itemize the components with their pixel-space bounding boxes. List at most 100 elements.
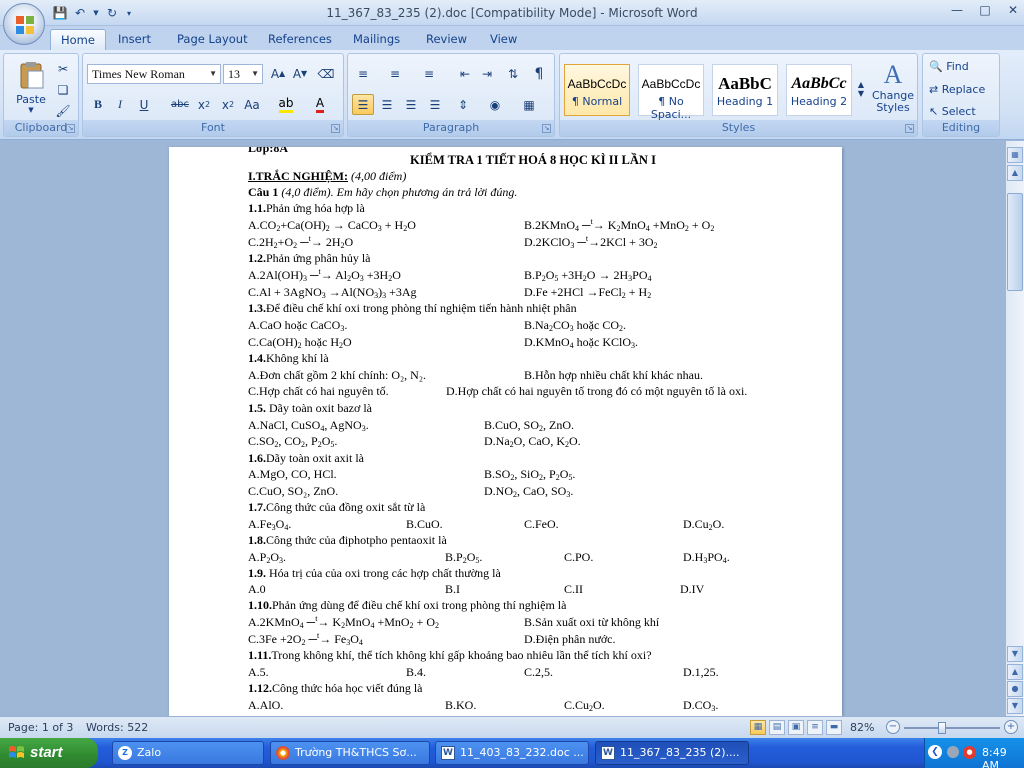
q-1-2-number: 1.2. [248, 251, 266, 265]
highlight-icon[interactable]: ab [275, 94, 297, 115]
bold-icon[interactable]: B [87, 94, 109, 115]
next-page-icon[interactable]: ▼ [1007, 698, 1023, 714]
style-heading-2-label: Heading 2 [790, 95, 848, 108]
previous-page-icon[interactable]: ▲ [1007, 664, 1023, 680]
select-button[interactable]: ↖ Select [929, 105, 976, 118]
cut-icon[interactable]: ✂ [52, 58, 74, 79]
format-painter-icon[interactable]: 🖌 [52, 100, 74, 121]
vertical-scrollbar[interactable]: ▦ ▲ ▼ ▲ ● ▼ [1006, 141, 1024, 716]
clear-formatting-icon[interactable]: ⌫ [315, 63, 337, 84]
align-left-icon[interactable]: ☰ [352, 94, 374, 115]
clock[interactable]: 8:49 AM [982, 746, 1024, 768]
numbering-icon[interactable]: ≡ [384, 63, 406, 84]
change-styles-button[interactable]: A Change Styles [870, 60, 916, 114]
italic-icon[interactable]: I [109, 94, 131, 115]
increase-indent-icon[interactable]: ⇥ [476, 63, 498, 84]
styles-launcher-icon[interactable]: ↘ [905, 124, 914, 133]
strikethrough-icon[interactable]: abc [169, 94, 191, 115]
decrease-indent-icon[interactable]: ⇤ [454, 63, 476, 84]
network-icon[interactable] [947, 746, 959, 758]
replace-button[interactable]: ⇄ Replace [929, 83, 985, 96]
task-zalo[interactable]: Z Zalo [112, 741, 264, 765]
align-right-icon[interactable]: ☰ [400, 94, 422, 115]
zoom-in-icon[interactable]: + [1004, 720, 1018, 734]
font-color-icon[interactable]: A [309, 94, 331, 115]
print-layout-view-icon[interactable]: ▦ [750, 720, 766, 735]
antivirus-icon[interactable]: ● [963, 746, 976, 759]
document-page[interactable]: Lớp:8A KIỂM TRA 1 TIẾT HOÁ 8 HỌC KÌ II L… [169, 147, 842, 716]
task-word-doc-2[interactable]: W 11_367_83_235 (2).... [595, 741, 749, 765]
paste-button[interactable]: Paste ▼ [12, 58, 50, 116]
ruler-toggle-icon[interactable]: ▦ [1007, 147, 1023, 163]
justify-icon[interactable]: ☰ [424, 94, 446, 115]
tab-review[interactable]: Review [416, 29, 477, 50]
tab-page-layout[interactable]: Page Layout [167, 29, 258, 50]
tab-references[interactable]: References [258, 29, 342, 50]
font-family-select[interactable]: Times New Roman ▼ [87, 64, 221, 84]
show-hidden-icons-icon[interactable]: ❮ [928, 745, 942, 759]
scroll-thumb[interactable] [1007, 193, 1023, 291]
underline-icon[interactable]: U [133, 94, 155, 115]
q-1-4-options-cd: C.Hợp chất có hai nguyên tố. D.Hợp chất … [248, 383, 818, 399]
shading-icon[interactable]: ◉ [484, 94, 506, 115]
q-1-6-text: Dãy toàn oxit axit là [266, 451, 364, 465]
close-button[interactable]: ✕ [1006, 3, 1020, 17]
align-center-icon[interactable]: ☰ [376, 94, 398, 115]
copy-icon[interactable]: ❏ [52, 79, 74, 100]
styles-scroll-icon[interactable]: ▲ ▼ [855, 62, 867, 116]
tab-insert[interactable]: Insert [108, 29, 161, 50]
q-1-12: 1.12.Công thức hóa học viết đúng là [248, 680, 422, 696]
change-case-icon[interactable]: Aa [241, 94, 263, 115]
find-button[interactable]: 🔍 Find [929, 60, 969, 73]
show-formatting-icon[interactable]: ¶ [528, 63, 550, 84]
grow-font-icon[interactable]: A ▲ [267, 63, 289, 84]
web-layout-icon[interactable]: ▣ [788, 720, 804, 735]
paragraph-launcher-icon[interactable]: ↘ [542, 124, 551, 133]
page-count[interactable]: Page: 1 of 3 [8, 721, 73, 734]
draft-view-icon[interactable]: ▬ [826, 720, 842, 735]
style-normal[interactable]: AaBbCcDc ¶ Normal [564, 64, 630, 116]
clipboard-launcher-icon[interactable]: ↘ [66, 124, 75, 133]
start-button[interactable]: start [0, 738, 98, 768]
paste-label: Paste [16, 93, 46, 106]
tab-mailings[interactable]: Mailings [343, 29, 410, 50]
task-browser[interactable]: Trường TH&THCS Sơ... [270, 741, 430, 765]
minimize-button[interactable]: — [950, 3, 964, 17]
multilevel-list-icon[interactable]: ≡ [418, 63, 440, 84]
scroll-up-icon[interactable]: ▲ [1007, 165, 1023, 181]
zoom-level[interactable]: 82% [850, 721, 874, 734]
outline-view-icon[interactable]: ≡ [807, 720, 823, 735]
q-1-11-option-d: D.1,25. [683, 665, 719, 679]
shrink-font-icon[interactable]: A ▼ [289, 63, 311, 84]
browse-object-icon[interactable]: ● [1007, 681, 1023, 697]
font-launcher-icon[interactable]: ↘ [331, 124, 340, 133]
replace-label: Replace [941, 83, 986, 96]
subscript-icon[interactable]: x2 [193, 94, 215, 115]
tab-view[interactable]: View [480, 29, 527, 50]
borders-icon[interactable]: ▦ [518, 94, 540, 115]
word-doc-icon: W [441, 746, 455, 760]
word-count[interactable]: Words: 522 [86, 721, 148, 734]
style-no-spacing[interactable]: AaBbCcDc ¶ No Spaci... [638, 64, 704, 121]
styles-group: AaBbCcDc ¶ Normal AaBbCcDc ¶ No Spaci... A… [559, 53, 918, 137]
office-button[interactable] [3, 3, 45, 45]
editing-group: 🔍 Find ⇄ Replace ↖ Select Editing [922, 53, 1000, 137]
superscript-icon[interactable]: x2 [217, 94, 239, 115]
task-word-doc-1[interactable]: W 11_403_83_232.doc ... [435, 741, 589, 765]
q-1-2: 1.2.Phản ứng phân hủy là [248, 250, 371, 266]
sort-icon[interactable]: ⇅ [502, 63, 524, 84]
zoom-out-icon[interactable]: − [886, 720, 900, 734]
tab-home[interactable]: Home [50, 29, 106, 50]
font-size-select[interactable]: 13 ▼ [223, 64, 263, 84]
maximize-button[interactable]: □ [978, 3, 992, 17]
scroll-down-icon[interactable]: ▼ [1007, 646, 1023, 662]
style-heading-1[interactable]: AaBbC Heading 1 [712, 64, 778, 116]
line-spacing-icon[interactable]: ⇕ [452, 94, 474, 115]
full-screen-reading-icon[interactable]: ▤ [769, 720, 785, 735]
zoom-slider-handle[interactable] [938, 722, 946, 734]
style-heading-2[interactable]: AaBbCc Heading 2 [786, 64, 852, 116]
bullets-icon[interactable]: ≡ [352, 63, 374, 84]
q-1-6: 1.6.Dãy toàn oxit axit là [248, 450, 364, 466]
style-normal-sample: AaBbCcDc [567, 77, 627, 91]
zoom-slider[interactable] [904, 727, 1000, 729]
